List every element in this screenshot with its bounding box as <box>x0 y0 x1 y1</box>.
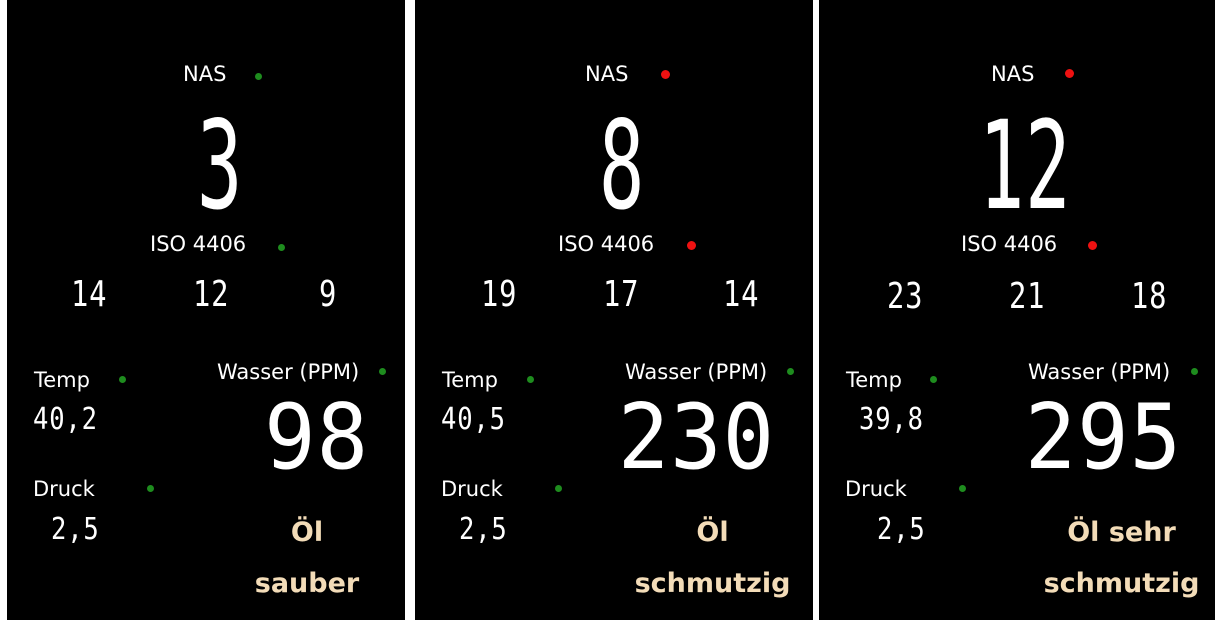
water-label: Wasser (PPM) <box>625 360 768 384</box>
pressure-label: Druck <box>33 477 95 501</box>
iso-code-6um: 12 <box>193 274 230 315</box>
iso-code-4um: 19 <box>481 274 518 315</box>
temp-label: Temp <box>442 368 498 392</box>
nas-status-indicator <box>661 70 670 79</box>
pressure-status-indicator <box>959 485 966 492</box>
temp-value: 40,2 <box>33 402 98 437</box>
oil-status-line1: Öl sehr <box>1067 517 1176 548</box>
iso-code-6um: 17 <box>603 274 640 315</box>
pressure-label: Druck <box>441 477 503 501</box>
oil-status-line2: schmutzig <box>1043 568 1200 599</box>
iso-status-indicator <box>1088 241 1097 250</box>
iso-label: ISO 4406 <box>558 232 655 256</box>
iso-label: ISO 4406 <box>150 232 247 256</box>
pressure-value: 2,5 <box>51 512 100 547</box>
nas-label: NAS <box>183 62 227 86</box>
nas-status-indicator <box>255 73 262 80</box>
iso-label: ISO 4406 <box>961 232 1058 256</box>
water-status-indicator <box>787 368 794 375</box>
pressure-status-indicator <box>555 485 562 492</box>
temp-label: Temp <box>846 368 902 392</box>
water-status-indicator <box>1191 368 1198 375</box>
iso-code-4um: 14 <box>71 274 108 315</box>
temp-status-indicator <box>930 376 937 383</box>
temp-status-indicator <box>119 376 126 383</box>
iso-status-indicator <box>278 244 285 251</box>
iso-code-14um: 18 <box>1131 276 1168 317</box>
water-value: 230 <box>617 385 775 490</box>
water-label: Wasser (PPM) <box>1028 360 1171 384</box>
temp-value: 40,5 <box>441 402 506 437</box>
nas-label: NAS <box>585 62 629 86</box>
temp-label: Temp <box>34 368 90 392</box>
pressure-value: 2,5 <box>877 512 926 547</box>
pressure-value: 2,5 <box>459 512 508 547</box>
temp-value: 39,8 <box>859 402 924 437</box>
nas-status-indicator <box>1065 69 1074 78</box>
water-value: 295 <box>1024 385 1182 490</box>
nas-value: 12 <box>978 95 1072 237</box>
water-value: 98 <box>264 385 369 490</box>
nas-label: NAS <box>991 62 1035 86</box>
pressure-status-indicator <box>147 485 154 492</box>
water-status-indicator <box>379 368 386 375</box>
iso-status-indicator <box>687 241 696 250</box>
water-label: Wasser (PPM) <box>217 360 360 384</box>
iso-code-14um: 9 <box>319 274 338 315</box>
oil-status-line1: Öl <box>696 517 729 548</box>
oil-monitor-panel-1: NAS 3 ISO 4406 14 12 9 Temp Wasser (PPM)… <box>7 0 405 620</box>
pressure-label: Druck <box>845 477 907 501</box>
temp-status-indicator <box>527 376 534 383</box>
iso-code-4um: 23 <box>887 276 924 317</box>
oil-status-line2: schmutzig <box>634 568 791 599</box>
oil-status-line2: sauber <box>254 568 360 599</box>
oil-status-line1: Öl <box>290 517 324 548</box>
oil-monitor-panel-2: NAS 8 ISO 4406 19 17 14 Temp Wasser (PPM… <box>415 0 813 620</box>
nas-value: 3 <box>196 95 244 237</box>
nas-value: 8 <box>598 95 646 237</box>
oil-monitor-panel-3: NAS 12 ISO 4406 23 21 18 Temp Wasser (PP… <box>819 0 1215 620</box>
iso-code-6um: 21 <box>1009 276 1046 317</box>
iso-code-14um: 14 <box>723 274 760 315</box>
